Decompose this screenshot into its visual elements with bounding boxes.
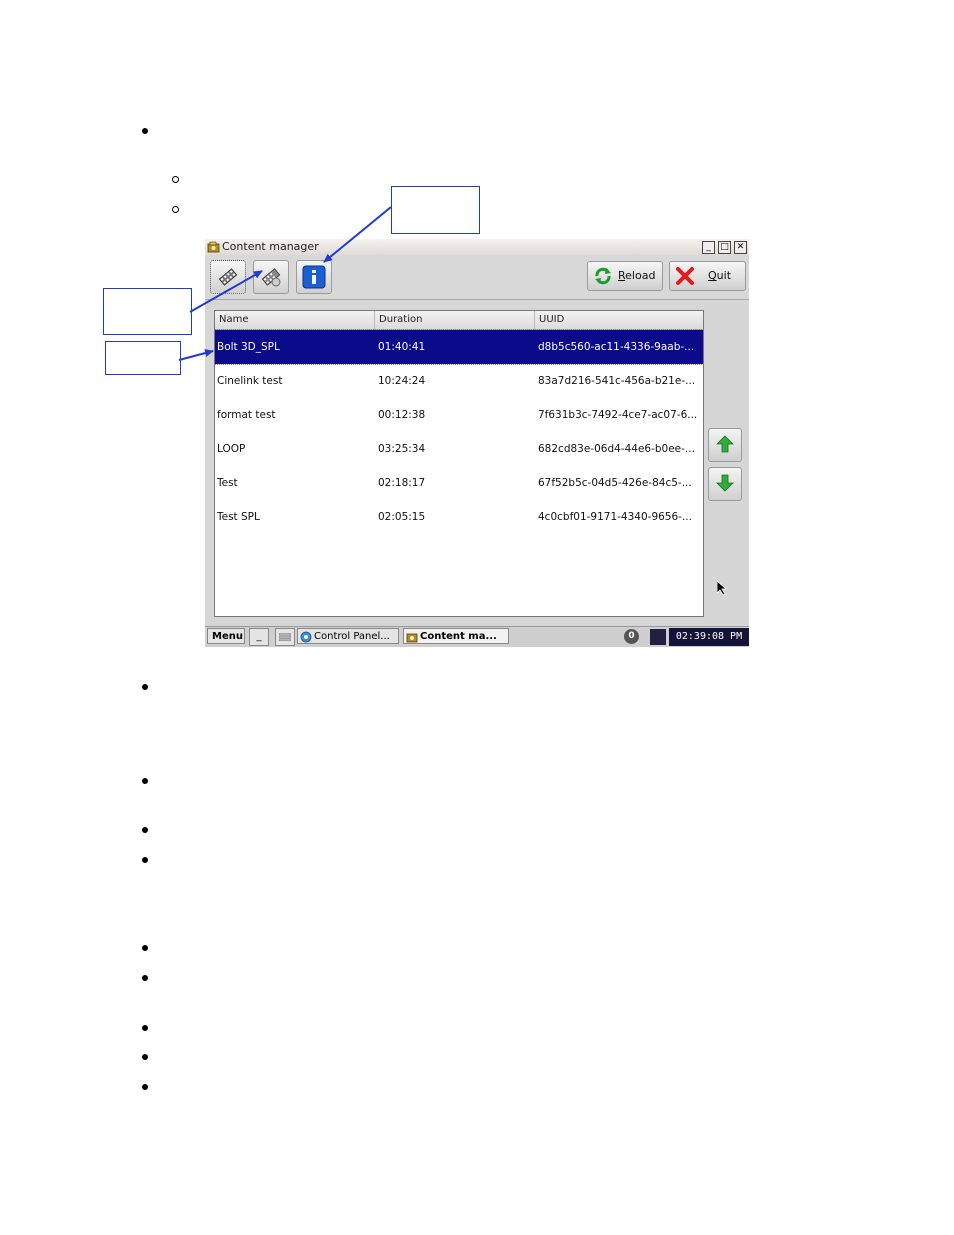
bullet — [142, 945, 148, 951]
arrow-to-info-button — [323, 206, 392, 263]
bullet — [142, 1054, 148, 1060]
bullet — [142, 827, 148, 833]
arrow-to-selected-row — [178, 349, 214, 361]
bullet — [142, 1025, 148, 1031]
bullet — [142, 778, 148, 784]
arrow-to-delete-button — [189, 270, 263, 313]
bullet — [142, 1084, 148, 1090]
bullet — [142, 857, 148, 863]
annotation-arrows — [178, 206, 392, 361]
bullet — [142, 975, 148, 981]
